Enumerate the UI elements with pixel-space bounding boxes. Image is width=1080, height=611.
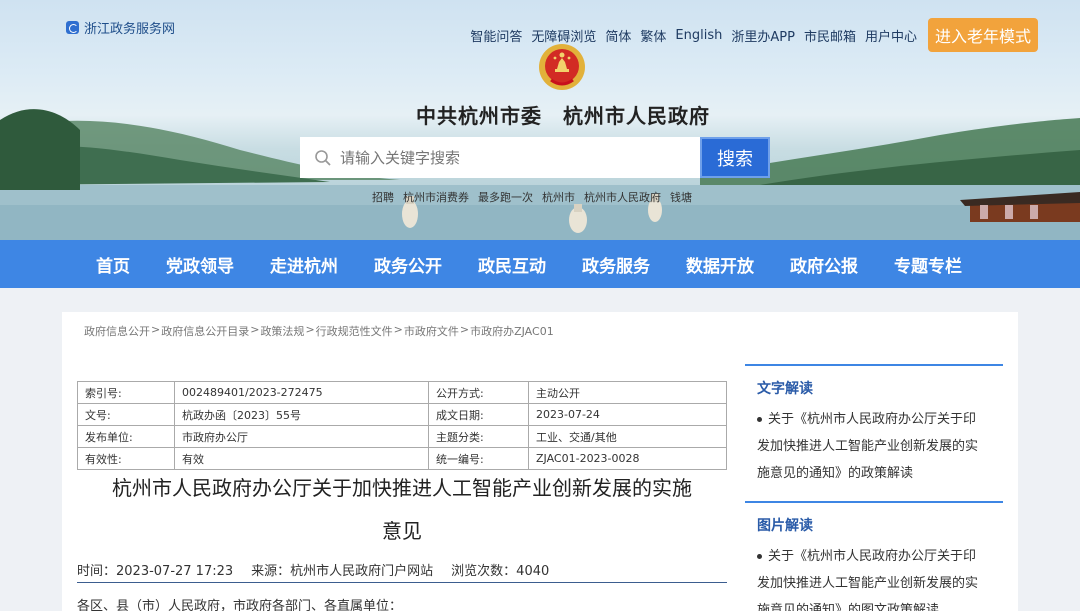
sidebar-text-interpretation: 文字解读 关于《杭州市人民政府办公厅关于印 发加快推进人工智能产业创新发展的实 … <box>745 364 1003 487</box>
article-body: 各区、县（市）人民政府，市政府各部门、各直属单位： <box>77 599 403 611</box>
nav-item-services[interactable]: 政务服务 <box>582 252 650 277</box>
link-mail[interactable]: 市民邮箱 <box>804 26 856 45</box>
article-title-line: 杭州市人民政府办公厅关于加快推进人工智能产业创新发展的实施 <box>112 476 692 500</box>
breadcrumb-item[interactable]: 市政府文件 <box>404 323 459 339</box>
meta-value: 杭政办函〔2023〕55号 <box>174 403 429 426</box>
meta-value: 002489401/2023-272475 <box>174 381 429 404</box>
breadcrumb: 政府信息公开 > 政府信息公开目录 > 政策法规 > 行政规范性文件 > 市政府文件 > … <box>84 323 554 339</box>
bullet-icon <box>757 554 762 559</box>
site-logo-label: 浙江政务服务网 <box>84 22 176 37</box>
search-input[interactable] <box>340 148 660 167</box>
hot-word[interactable]: 招聘 <box>372 189 394 205</box>
meta-label: 有效性: <box>77 447 175 470</box>
nav-item-gazette[interactable]: 政府公报 <box>790 252 858 277</box>
table-row: 发布单位: 市政府办公厅 主题分类: 工业、交通/其他 <box>77 425 727 448</box>
article-title-line: 意见 <box>382 519 422 543</box>
table-row: 有效性: 有效 统一编号: ZJAC01-2023-0028 <box>77 447 727 470</box>
nav-item-gov-affairs[interactable]: 政务公开 <box>374 252 442 277</box>
link-user-center[interactable]: 用户中心 <box>865 26 917 45</box>
nav-item-open-data[interactable]: 数据开放 <box>686 252 754 277</box>
meta-label: 统一编号: <box>428 447 529 470</box>
sidebar-link[interactable]: 关于《杭州市人民政府办公厅关于印 发加快推进人工智能产业创新发展的实 施意见的通… <box>745 398 1003 487</box>
content-panel: 政府信息公开 > 政府信息公开目录 > 政策法规 > 行政规范性文件 > 市政府文件 > … <box>62 312 1018 611</box>
hot-word[interactable]: 钱塘 <box>670 189 692 205</box>
main-nav: 首页 党政领导 走进杭州 政务公开 政民互动 政务服务 数据开放 政府公报 专题… <box>0 240 1080 288</box>
hot-word[interactable]: 杭州市 <box>542 189 575 205</box>
hot-word[interactable]: 杭州市消费券 <box>403 189 469 205</box>
nav-item-about[interactable]: 走进杭州 <box>270 252 338 277</box>
meta-label: 文号: <box>77 403 175 426</box>
nav-item-interaction[interactable]: 政民互动 <box>478 252 546 277</box>
link-app[interactable]: 浙里办APP <box>731 26 795 45</box>
meta-value: 2023-07-24 <box>528 403 727 426</box>
search-button[interactable]: 搜索 <box>700 137 770 178</box>
link-traditional[interactable]: 繁体 <box>640 26 666 45</box>
table-row: 索引号: 002489401/2023-272475 公开方式: 主动公开 <box>77 381 727 404</box>
hot-word[interactable]: 最多跑一次 <box>478 189 533 205</box>
meta-label: 公开方式: <box>428 381 529 404</box>
sidebar-section-title: 文字解读 <box>757 381 813 397</box>
elder-mode-button[interactable]: 进入老年模式 <box>927 18 1038 52</box>
meta-value: 市政府办公厅 <box>174 425 429 448</box>
site-title: 中共杭州市委 杭州市人民政府 <box>416 104 710 128</box>
article-info: 时间：2023-07-27 17:23 来源：杭州市人民政府门户网站 浏览次数：… <box>77 560 549 579</box>
nav-item-leadership[interactable]: 党政领导 <box>166 252 234 277</box>
link-simplified[interactable]: 简体 <box>605 26 631 45</box>
table-row: 文号: 杭政办函〔2023〕55号 成文日期: 2023-07-24 <box>77 403 727 426</box>
breadcrumb-item[interactable]: 市政府办ZJAC01 <box>470 323 554 339</box>
breadcrumb-item[interactable]: 政府信息公开 <box>84 323 150 339</box>
nav-item-home[interactable]: 首页 <box>96 252 130 277</box>
document-meta-table: 索引号: 002489401/2023-272475 公开方式: 主动公开 文号… <box>77 381 727 470</box>
breadcrumb-item[interactable]: 政策法规 <box>260 323 304 339</box>
breadcrumb-item[interactable]: 政府信息公开目录 <box>161 323 249 339</box>
meta-label: 主题分类: <box>428 425 529 448</box>
article-views: 浏览次数：4040 <box>451 564 550 579</box>
sidebar-section-title: 图片解读 <box>757 518 813 534</box>
meta-value: ZJAC01-2023-0028 <box>528 447 727 470</box>
meta-value: 主动公开 <box>528 381 727 404</box>
logo-icon <box>66 21 79 34</box>
search-box <box>300 137 700 178</box>
site-logo[interactable]: 浙江政务服务网 <box>66 18 175 37</box>
article-time: 时间：2023-07-27 17:23 <box>77 564 234 579</box>
sidebar-link[interactable]: 关于《杭州市人民政府办公厅关于印 发加快推进人工智能产业创新发展的实 施意见的通… <box>745 535 1003 611</box>
hot-word[interactable]: 杭州市人民政府 <box>584 189 661 205</box>
article-title: 杭州市人民政府办公厅关于加快推进人工智能产业创新发展的实施 意见 <box>77 472 727 548</box>
sidebar-image-interpretation: 图片解读 关于《杭州市人民政府办公厅关于印 发加快推进人工智能产业创新发展的实 … <box>745 501 1003 611</box>
bullet-icon <box>757 417 762 422</box>
header-banner: 浙江政务服务网 智能问答 无障碍浏览 简体 繁体 English 浙里办APP … <box>0 0 1080 240</box>
divider <box>77 582 727 583</box>
nav-item-special[interactable]: 专题专栏 <box>894 252 962 277</box>
search-icon <box>315 149 331 166</box>
meta-value: 工业、交通/其他 <box>528 425 727 448</box>
link-english[interactable]: English <box>675 28 722 43</box>
meta-label: 索引号: <box>77 381 175 404</box>
meta-label: 成文日期: <box>428 403 529 426</box>
link-smart-qa[interactable]: 智能问答 <box>470 26 522 45</box>
meta-label: 发布单位: <box>77 425 175 448</box>
article-source: 来源：杭州市人民政府门户网站 <box>251 564 434 579</box>
national-emblem-icon <box>539 44 585 90</box>
meta-value: 有效 <box>174 447 429 470</box>
breadcrumb-item[interactable]: 行政规范性文件 <box>316 323 393 339</box>
hot-words: 招聘 杭州市消费券 最多跑一次 杭州市 杭州市人民政府 钱塘 <box>372 189 692 205</box>
